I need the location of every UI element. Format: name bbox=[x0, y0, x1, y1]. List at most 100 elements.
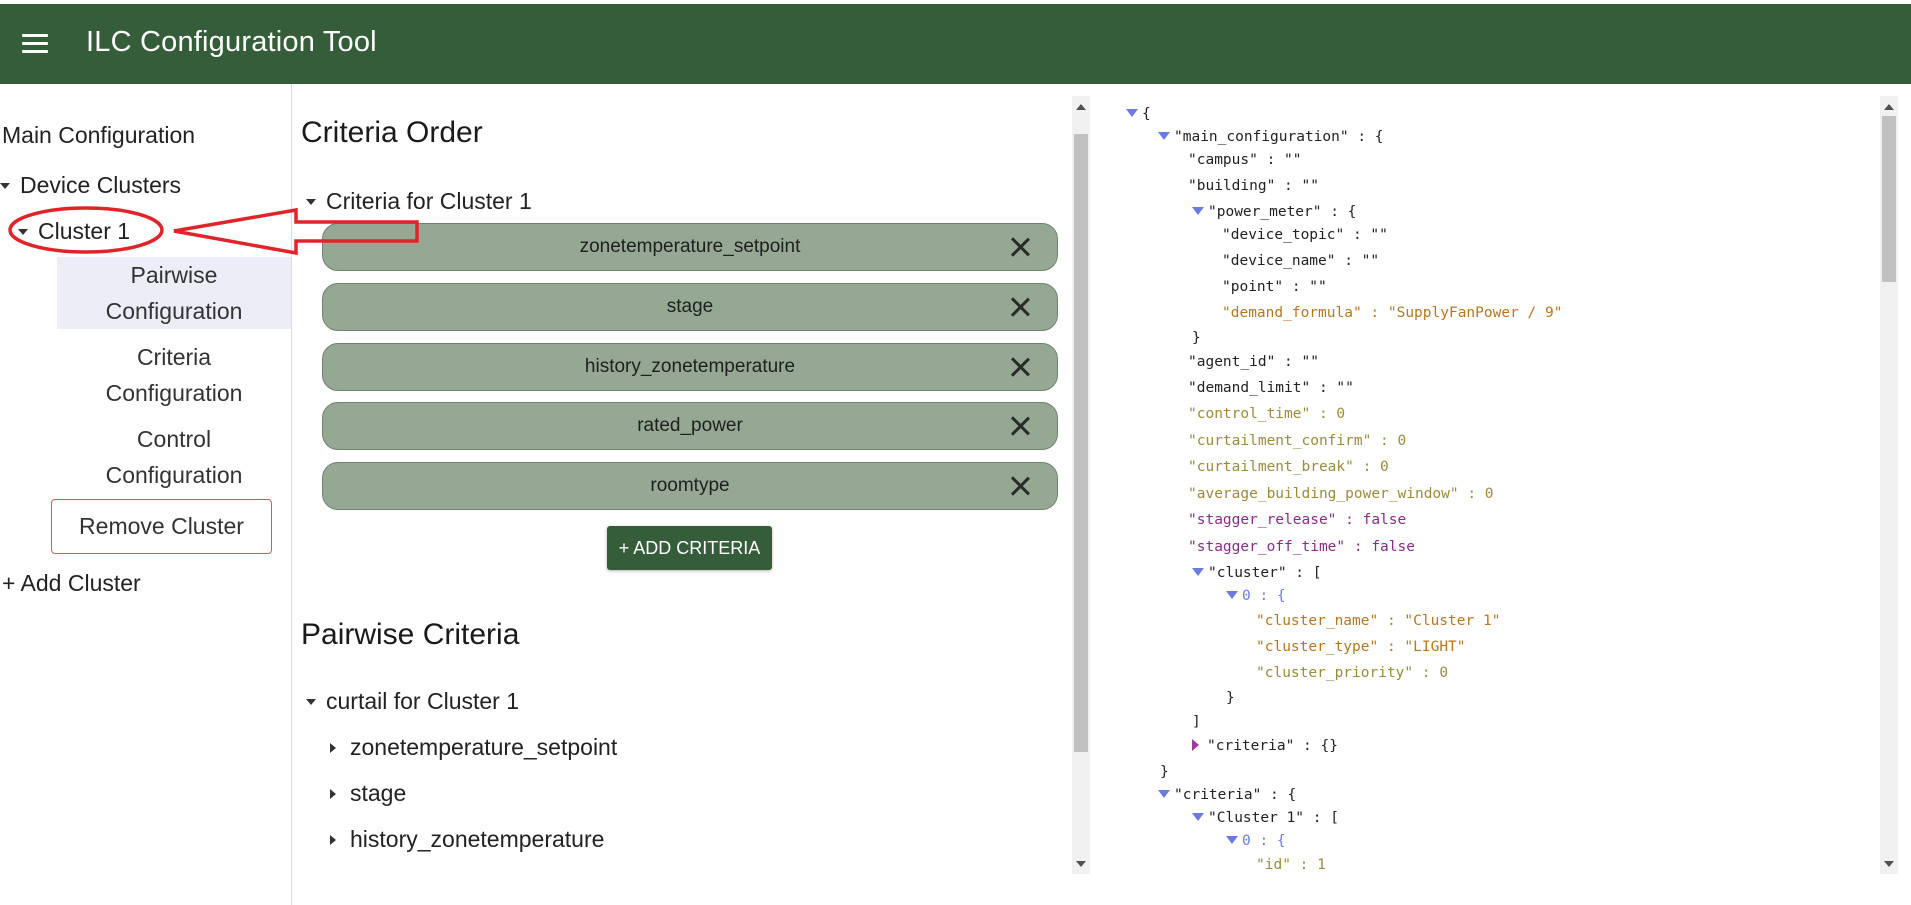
criteria-panel: Criteria Order Criteria for Cluster 1 zo… bbox=[292, 96, 1072, 876]
json-line: } bbox=[1160, 764, 1169, 780]
criteria-chip-label: stage bbox=[666, 296, 714, 317]
scroll-down-icon[interactable] bbox=[1884, 861, 1894, 867]
caret-down-icon bbox=[0, 182, 10, 189]
json-line[interactable]: 0 : { bbox=[1226, 588, 1286, 604]
caret-right-icon bbox=[330, 742, 336, 753]
collapse-icon[interactable] bbox=[1192, 813, 1204, 821]
criteria-chip[interactable]: roomtype bbox=[322, 462, 1058, 510]
json-line[interactable]: "cluster" : [ bbox=[1192, 565, 1322, 581]
criteria-chip-label: history_zonetemperature bbox=[584, 356, 796, 377]
pairwise-item-label: stage bbox=[350, 780, 407, 806]
hamburger-menu-icon[interactable] bbox=[22, 34, 48, 54]
criteria-group-label: Criteria for Cluster 1 bbox=[326, 188, 532, 214]
nav-criteria-configuration[interactable]: Criteria Configuration bbox=[57, 339, 291, 411]
json-line[interactable]: "criteria" : {} bbox=[1192, 738, 1338, 754]
nav-main-configuration[interactable]: Main Configuration bbox=[2, 122, 195, 149]
criteria-chip[interactable]: stage bbox=[322, 283, 1058, 331]
nav-item-line: Control bbox=[136, 426, 212, 452]
close-icon[interactable] bbox=[1009, 356, 1031, 378]
criteria-panel-scrollbar[interactable] bbox=[1072, 96, 1090, 874]
json-preview-scrollbar[interactable] bbox=[1880, 96, 1898, 874]
criteria-chip[interactable]: rated_power bbox=[322, 402, 1058, 450]
json-preview: { "main_configuration" : { "campus" : ""… bbox=[1100, 96, 1880, 876]
nav-device-clusters[interactable]: Device Clusters bbox=[0, 172, 181, 199]
pairwise-item-label: history_zonetemperature bbox=[350, 826, 605, 852]
close-icon[interactable] bbox=[1009, 296, 1031, 318]
nav-item-line: Criteria bbox=[136, 344, 212, 370]
json-line: "cluster_priority" : 0 bbox=[1256, 665, 1449, 681]
scrollbar-thumb[interactable] bbox=[1074, 134, 1088, 752]
json-line: ] bbox=[1192, 714, 1201, 730]
criteria-chip-label: rated_power bbox=[637, 415, 743, 436]
caret-down-icon bbox=[306, 198, 316, 205]
json-line: } bbox=[1192, 330, 1201, 346]
json-line: "campus" : "" bbox=[1188, 152, 1302, 168]
json-line: "demand_formula" : "SupplyFanPower / 9" bbox=[1222, 305, 1563, 321]
criteria-order-heading: Criteria Order bbox=[301, 116, 483, 149]
pairwise-item[interactable]: zonetemperature_setpoint bbox=[330, 734, 617, 761]
scroll-down-icon[interactable] bbox=[1076, 861, 1086, 867]
criteria-group-toggle[interactable]: Criteria for Cluster 1 bbox=[306, 188, 532, 215]
json-line: "cluster_name" : "Cluster 1" bbox=[1256, 613, 1501, 629]
json-line[interactable]: { bbox=[1126, 106, 1151, 122]
json-line: "stagger_release" : false bbox=[1188, 512, 1407, 528]
caret-down-icon bbox=[306, 698, 316, 705]
pairwise-item[interactable]: stage bbox=[330, 780, 406, 807]
collapse-icon[interactable] bbox=[1192, 568, 1204, 576]
json-line: "average_building_power_window" : 0 bbox=[1188, 486, 1494, 502]
collapse-icon[interactable] bbox=[1192, 207, 1204, 215]
json-line: "curtailment_break" : 0 bbox=[1188, 459, 1389, 475]
json-line: "demand_limit" : "" bbox=[1188, 380, 1354, 396]
json-line[interactable]: "criteria" : { bbox=[1158, 787, 1296, 803]
collapse-icon[interactable] bbox=[1126, 109, 1138, 117]
nav-device-clusters-label: Device Clusters bbox=[20, 172, 182, 198]
close-icon[interactable] bbox=[1009, 415, 1031, 437]
json-line: "agent_id" : "" bbox=[1188, 354, 1319, 370]
nav-cluster-1[interactable]: Cluster 1 bbox=[18, 218, 130, 245]
json-line: "device_topic" : "" bbox=[1222, 227, 1388, 243]
json-line[interactable]: "main_configuration" : { bbox=[1158, 129, 1384, 145]
nav-pairwise-configuration[interactable]: Pairwise Configuration bbox=[57, 257, 291, 329]
caret-right-icon bbox=[330, 788, 336, 799]
json-line[interactable]: 0 : { bbox=[1226, 833, 1286, 849]
json-line[interactable]: "power_meter" : { bbox=[1192, 204, 1356, 220]
close-icon[interactable] bbox=[1009, 475, 1031, 497]
caret-down-icon bbox=[18, 228, 28, 235]
add-cluster-link[interactable]: + Add Cluster bbox=[2, 570, 141, 597]
collapse-icon[interactable] bbox=[1158, 132, 1170, 140]
nav-item-line: Configuration bbox=[105, 298, 243, 324]
criteria-chip[interactable]: history_zonetemperature bbox=[322, 343, 1058, 391]
collapse-icon[interactable] bbox=[1226, 836, 1238, 844]
add-criteria-button[interactable]: + ADD CRITERIA bbox=[607, 526, 772, 570]
remove-cluster-button[interactable]: Remove Cluster bbox=[51, 499, 272, 554]
scrollbar-thumb[interactable] bbox=[1882, 116, 1896, 282]
json-line[interactable]: "Cluster 1" : [ bbox=[1192, 810, 1339, 826]
app-title: ILC Configuration Tool bbox=[86, 26, 377, 58]
collapse-icon[interactable] bbox=[1226, 591, 1238, 599]
json-line: "id" : 1 bbox=[1256, 857, 1326, 873]
scroll-up-icon[interactable] bbox=[1884, 104, 1894, 110]
json-line: } bbox=[1226, 690, 1235, 706]
criteria-chip[interactable]: zonetemperature_setpoint bbox=[322, 223, 1058, 271]
nav-item-line: Configuration bbox=[105, 380, 243, 406]
json-line: "control_time" : 0 bbox=[1188, 406, 1346, 422]
nav-control-configuration[interactable]: Control Configuration bbox=[57, 421, 291, 493]
json-line: "building" : "" bbox=[1188, 178, 1319, 194]
json-line: "cluster_type" : "LIGHT" bbox=[1256, 639, 1466, 655]
scroll-up-icon[interactable] bbox=[1076, 104, 1086, 110]
app-bar: ILC Configuration Tool bbox=[0, 4, 1911, 84]
pairwise-group-toggle[interactable]: curtail for Cluster 1 bbox=[306, 688, 519, 715]
close-icon[interactable] bbox=[1009, 236, 1031, 258]
json-line: "curtailment_confirm" : 0 bbox=[1188, 433, 1407, 449]
json-line: "point" : "" bbox=[1222, 279, 1327, 295]
sidebar: Main Configuration Device Clusters Clust… bbox=[0, 84, 292, 905]
collapse-icon[interactable] bbox=[1158, 790, 1170, 798]
criteria-chip-label: zonetemperature_setpoint bbox=[579, 236, 801, 257]
pairwise-item-label: zonetemperature_setpoint bbox=[350, 734, 618, 760]
nav-item-line: Pairwise bbox=[130, 262, 218, 288]
nav-item-line: Configuration bbox=[105, 462, 243, 488]
caret-right-icon bbox=[330, 834, 336, 845]
pairwise-criteria-heading: Pairwise Criteria bbox=[301, 618, 520, 651]
expand-icon[interactable] bbox=[1192, 739, 1199, 751]
pairwise-item[interactable]: history_zonetemperature bbox=[330, 826, 604, 853]
